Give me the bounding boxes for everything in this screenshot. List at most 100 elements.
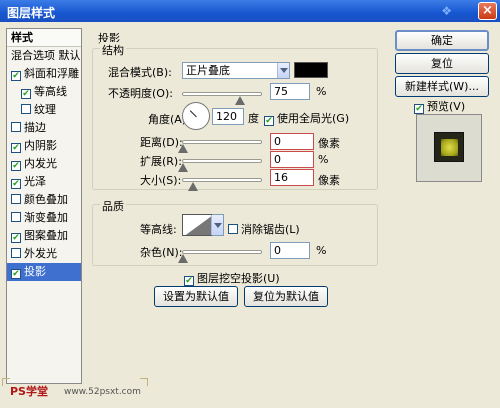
opacity-input[interactable]: 75: [270, 83, 310, 100]
reset-button[interactable]: 复位: [395, 53, 489, 74]
new-style-button[interactable]: 新建样式(W)...: [395, 76, 489, 97]
windows-logo-icon: ❖: [441, 4, 452, 18]
size-unit: 像素: [318, 174, 340, 187]
check-icon[interactable]: ✔: [11, 71, 21, 81]
reset-default-button[interactable]: 复位为默认值: [244, 286, 328, 307]
contour-dropdown[interactable]: [211, 214, 224, 236]
ok-button[interactable]: 确定: [395, 30, 489, 51]
opacity-label: 不透明度(O):: [108, 87, 173, 100]
antialias-box-icon: [228, 224, 238, 234]
global-light-label: 使用全局光(G): [277, 112, 350, 125]
checkbox-icon[interactable]: [21, 104, 31, 114]
angle-dial[interactable]: [182, 102, 210, 130]
spread-label: 扩展(R):: [140, 155, 182, 168]
distance-slider-thumb[interactable]: [178, 144, 188, 153]
noise-unit: %: [316, 244, 327, 257]
watermark-logo: PS学堂: [10, 385, 48, 398]
checkbox-icon[interactable]: [11, 194, 21, 204]
style-item-label: 内发光: [24, 157, 57, 170]
style-item-label: 渐变叠加: [24, 211, 68, 224]
style-item[interactable]: 描边: [7, 119, 81, 137]
style-item-label: 等高线: [34, 85, 67, 98]
style-item-label: 纹理: [34, 103, 56, 116]
global-light-check-icon: ✔: [264, 116, 274, 126]
close-button[interactable]: ×: [478, 2, 497, 20]
check-icon[interactable]: ✔: [11, 179, 21, 189]
contour-curve-icon: [185, 216, 211, 235]
chevron-down-icon: [211, 215, 223, 235]
check-icon[interactable]: ✔: [11, 269, 21, 279]
style-item-label: 斜面和浮雕: [24, 67, 79, 80]
check-icon[interactable]: ✔: [11, 233, 21, 243]
preview-chip-icon: [434, 132, 464, 162]
preview-label: 预览(V): [427, 100, 466, 113]
spread-slider[interactable]: [182, 159, 262, 163]
style-item[interactable]: 渐变叠加: [7, 209, 81, 227]
blend-mode-label: 混合模式(B):: [108, 66, 172, 79]
knockout-label: 图层挖空投影(U): [197, 272, 280, 285]
antialias-checkbox[interactable]: 消除锯齿(L): [228, 221, 300, 237]
style-item[interactable]: ✔ 斜面和浮雕: [7, 65, 81, 83]
antialias-label: 消除锯齿(L): [241, 223, 300, 236]
checkbox-icon[interactable]: [11, 248, 21, 258]
preview-checkbox[interactable]: ✔ 预览(V): [414, 98, 465, 114]
check-icon[interactable]: ✔: [21, 89, 31, 99]
structure-title: 结构: [100, 42, 126, 58]
blend-mode-value: 正片叠底: [186, 64, 230, 77]
spread-slider-thumb[interactable]: [178, 163, 188, 172]
checkbox-icon[interactable]: [11, 122, 21, 132]
style-item-label: 颜色叠加: [24, 193, 68, 206]
window-title: 图层样式: [7, 6, 56, 20]
chevron-down-icon: [277, 63, 289, 78]
distance-slider[interactable]: [182, 140, 262, 144]
contour-label: 等高线:: [140, 223, 177, 236]
noise-slider-thumb[interactable]: [178, 254, 188, 263]
angle-needle-icon: [189, 110, 197, 118]
style-item[interactable]: ✔ 光泽: [7, 173, 81, 191]
global-light-checkbox[interactable]: ✔ 使用全局光(G): [264, 110, 349, 126]
selection-corner-icon: [2, 378, 10, 386]
style-item[interactable]: ✔ 图案叠加: [7, 227, 81, 245]
check-icon[interactable]: ✔: [11, 143, 21, 153]
spread-unit: %: [318, 153, 329, 166]
style-item[interactable]: ✔ 投影: [7, 263, 81, 281]
style-item-label: 外发光: [24, 247, 57, 260]
styles-list: 样式 混合选项 默认 ✔ 斜面和浮雕 ✔ 等高线 纹理 描边 ✔ 内阴影 ✔ 内发光 ✔ 光泽 颜色叠加…: [6, 28, 82, 384]
style-item[interactable]: ✔ 内发光: [7, 155, 81, 173]
blend-options-item[interactable]: 混合选项 默认: [7, 47, 81, 65]
watermark-site: www.52psxt.com: [64, 387, 141, 397]
distance-unit: 像素: [318, 137, 340, 150]
check-icon[interactable]: ✔: [11, 161, 21, 171]
style-item-label: 描边: [24, 121, 46, 134]
spread-input[interactable]: 0: [270, 151, 314, 168]
title-bar: 图层样式 ❖ ×: [0, 0, 500, 22]
contour-picker[interactable]: [182, 214, 212, 236]
set-default-button[interactable]: 设置为默认值: [154, 286, 238, 307]
selection-corner-icon: [140, 378, 148, 386]
style-item[interactable]: 外发光: [7, 245, 81, 263]
size-slider-thumb[interactable]: [188, 182, 198, 191]
noise-input[interactable]: 0: [270, 242, 310, 259]
style-item-label: 光泽: [24, 175, 46, 188]
styles-header[interactable]: 样式: [7, 29, 81, 47]
opacity-unit: %: [316, 85, 327, 98]
angle-input[interactable]: 120: [212, 108, 244, 125]
distance-input[interactable]: 0: [270, 133, 314, 150]
style-item[interactable]: ✔ 等高线: [7, 83, 81, 101]
style-item[interactable]: 纹理: [7, 101, 81, 119]
size-input[interactable]: 16: [270, 169, 314, 186]
quality-title: 品质: [100, 198, 126, 214]
style-item-label: 图案叠加: [24, 229, 68, 242]
checkbox-icon[interactable]: [11, 212, 21, 222]
style-preview-thumbnail: [416, 114, 482, 182]
style-item[interactable]: 颜色叠加: [7, 191, 81, 209]
knockout-checkbox[interactable]: ✔ 图层挖空投影(U): [184, 270, 280, 286]
noise-slider[interactable]: [182, 250, 262, 254]
angle-unit: 度: [248, 112, 259, 125]
distance-label: 距离(D):: [140, 136, 183, 149]
blend-mode-select[interactable]: 正片叠底: [182, 62, 290, 79]
opacity-slider[interactable]: [182, 92, 262, 96]
style-item[interactable]: ✔ 内阴影: [7, 137, 81, 155]
shadow-color-swatch[interactable]: [294, 62, 328, 78]
opacity-slider-thumb[interactable]: [235, 96, 245, 105]
